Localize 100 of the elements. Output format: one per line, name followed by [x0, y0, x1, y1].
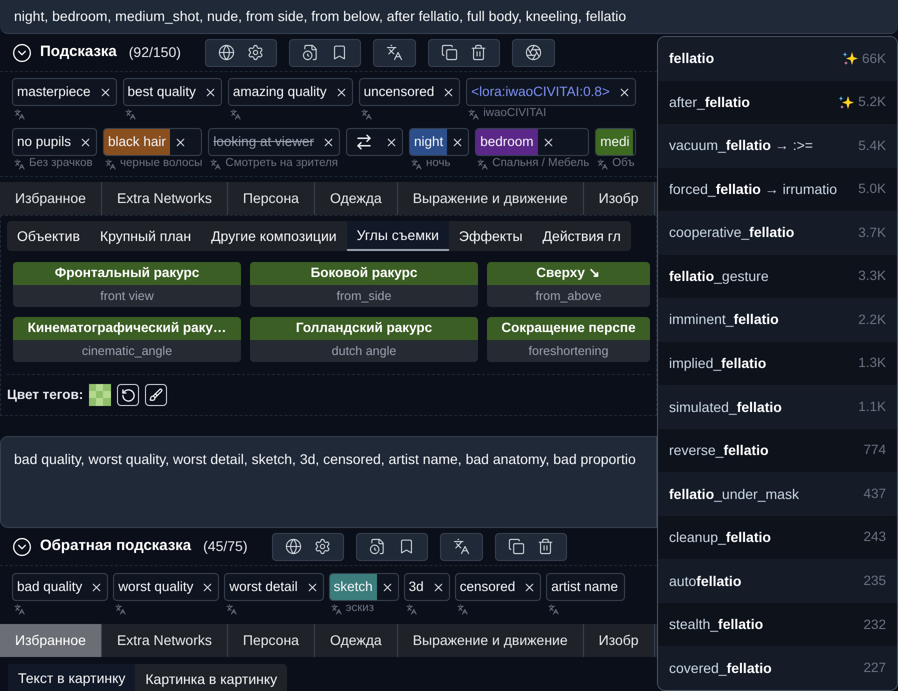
tag-card[interactable]: Сверху ↘ from_above [487, 262, 650, 307]
tab[interactable]: Персона [228, 182, 315, 215]
trash-icon[interactable] [470, 44, 487, 61]
tag-chip[interactable]: 3d [404, 573, 450, 601]
suggestion-item[interactable]: imminent_fellatio 2.2K [658, 298, 897, 342]
tag-card[interactable]: Кинематографический раку… cinematic_angle [13, 317, 241, 362]
suggestion-item[interactable]: simulated_fellatio 1.1K [658, 385, 897, 429]
reset-button[interactable] [117, 384, 140, 406]
tag-chip[interactable]: no pupils [12, 128, 98, 156]
tag-chip[interactable]: censored [454, 573, 542, 601]
tag-chip[interactable]: night [408, 128, 470, 156]
tag-card[interactable]: Фронтальный ракурс front view [13, 262, 241, 307]
tag-label: masterpiece [16, 82, 92, 101]
remove-icon[interactable] [442, 86, 456, 98]
remove-icon[interactable] [306, 580, 319, 594]
remove-icon[interactable] [380, 580, 394, 594]
suggestion-count: 774 [863, 441, 886, 460]
prompt-field[interactable]: night, bedroom, medium_shot, nude, from side, from below, after fellatio, full body, kneeling, fellatio [0, 0, 898, 34]
translate-icon[interactable] [386, 44, 403, 61]
card-tag: dutch angle [250, 340, 478, 362]
suggestion-item[interactable]: fellatio 66K [658, 37, 897, 81]
remove-icon[interactable] [174, 136, 187, 148]
suggestion-item[interactable]: autofellatio 235 [658, 559, 897, 603]
sub-tab[interactable]: Углы съемки [346, 221, 449, 251]
suggestion-item[interactable]: fellatio_under_mask 437 [658, 472, 897, 516]
copy-icon[interactable] [508, 538, 524, 555]
tab[interactable]: Изобр [584, 182, 655, 215]
tag-chip[interactable]: amazing quality [228, 78, 353, 106]
translate-icon[interactable] [452, 538, 470, 555]
tab[interactable]: Персона [228, 624, 315, 657]
collapse-icon[interactable] [12, 536, 32, 556]
suggestion-name: forced_fellatio → irrumatio [669, 180, 838, 199]
tag-label: sketch [330, 574, 377, 600]
suggestion-name: after_fellatio [669, 92, 750, 112]
remove-icon[interactable] [204, 86, 217, 98]
remove-icon[interactable] [79, 136, 92, 148]
document-clock-icon[interactable] [302, 44, 319, 61]
sub-tab[interactable]: Эффекты [448, 221, 533, 251]
document-clock-icon[interactable] [368, 538, 386, 555]
sub-tab[interactable]: Другие композиции [201, 221, 347, 251]
tag-chip[interactable]: bedroom [475, 128, 590, 156]
tag-chip[interactable]: worst detail [224, 573, 324, 601]
suggestion-name: autofellatio [669, 572, 742, 591]
tab[interactable]: Изобр [584, 624, 655, 657]
trash-icon[interactable] [536, 538, 554, 555]
remove-icon[interactable] [432, 580, 445, 594]
remove-icon[interactable] [90, 580, 104, 594]
remove-icon[interactable] [384, 136, 398, 148]
sub-tab[interactable]: Объектив [7, 221, 90, 251]
tag-card[interactable]: Боковой ракурс from_side [250, 262, 478, 307]
settings-icon[interactable] [314, 538, 330, 555]
suggestion-item[interactable]: cooperative_fellatio 3.7K [658, 211, 897, 255]
clear-button[interactable] [145, 384, 168, 406]
sub-tab[interactable]: Текст в картинку [8, 664, 136, 691]
card-tag: from_side [250, 285, 478, 307]
remove-icon[interactable] [451, 136, 464, 148]
aperture-icon[interactable] [524, 44, 542, 61]
remove-icon[interactable] [618, 86, 631, 98]
tag-chip[interactable]: artist name [546, 573, 626, 601]
tag-chip[interactable]: best quality [122, 78, 222, 106]
collapse-icon[interactable] [12, 42, 32, 62]
sub-tab[interactable]: Крупный план [90, 221, 202, 251]
remove-icon[interactable] [334, 86, 348, 98]
tag-chip[interactable]: masterpiece [12, 78, 117, 106]
tag-chip[interactable] [346, 128, 403, 156]
tab[interactable]: Выражение и движение [398, 182, 584, 215]
negative-prompt-field[interactable]: bad quality, worst quality, worst detail, sketch, 3d, censored, artist name, bad anatomy, bad proportio [0, 436, 657, 528]
tab[interactable]: Одежда [314, 624, 398, 657]
tab[interactable]: Избранное [0, 182, 102, 215]
settings-icon[interactable] [246, 44, 264, 61]
tag-chip[interactable]: black hair [103, 128, 202, 156]
tab[interactable]: Избранное [0, 624, 102, 657]
tag-label: worst detail [228, 578, 299, 596]
suggestion-item[interactable]: covered_fellatio 227 [658, 646, 897, 690]
tab[interactable]: Extra Networks [102, 182, 228, 215]
sub-tab[interactable]: Действия гл [532, 221, 631, 251]
remove-icon[interactable] [542, 136, 555, 148]
tag-chip[interactable]: bad quality [12, 573, 108, 601]
sub-tab[interactable]: Картинка в картинку [135, 664, 288, 691]
color-swatch[interactable] [89, 384, 112, 406]
remove-icon[interactable] [523, 580, 536, 594]
suggestion-item[interactable]: vacuum_fellatio → :>= 5.4K [658, 124, 897, 168]
globe-icon[interactable] [218, 44, 235, 61]
tag-card[interactable]: Голландский ракурс dutch angle [250, 317, 478, 362]
tab[interactable]: Одежда [314, 182, 398, 215]
tab[interactable]: Выражение и движение [398, 624, 584, 657]
remove-icon[interactable] [201, 580, 214, 594]
tag-chip[interactable]: <lora:iwaoCIVITAI:0.8> [466, 78, 636, 106]
tag-card[interactable]: Сокращение перспе foreshortening [487, 317, 650, 362]
suggestion-item[interactable]: implied_fellatio 1.3K [658, 342, 897, 386]
copy-icon[interactable] [440, 44, 458, 61]
tag-chip[interactable]: worst quality [113, 573, 220, 601]
tag-translation: Смотреть на зрителя [225, 156, 338, 172]
tag-color-label: Цвет тегов: [7, 386, 84, 404]
tag-chip[interactable]: sketch [328, 573, 399, 601]
tab[interactable]: Extra Networks [102, 624, 228, 657]
tag-label: censored [458, 578, 516, 596]
globe-icon[interactable] [284, 538, 302, 555]
remove-icon[interactable] [98, 86, 112, 98]
tag-chip[interactable]: uncensored [358, 78, 460, 106]
